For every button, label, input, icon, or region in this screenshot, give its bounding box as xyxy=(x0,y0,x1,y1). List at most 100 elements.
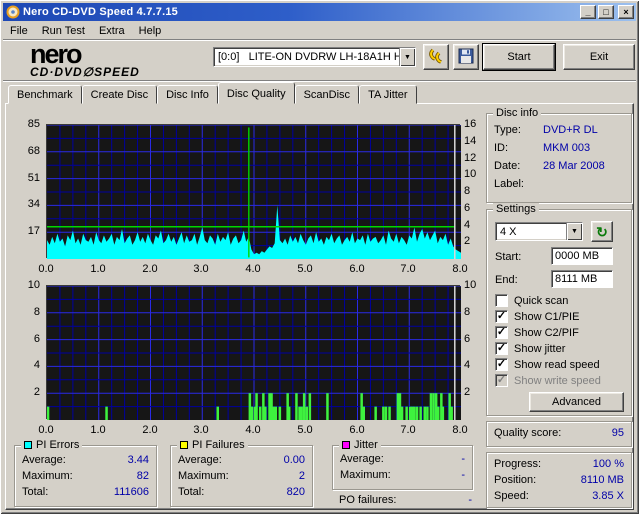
y-axis-tick-label: 6 xyxy=(33,333,40,345)
jitter-legend: Jitter xyxy=(339,439,381,451)
jitter-panel: Jitter Average: - Maximum: - xyxy=(332,439,473,490)
y2-axis-tick-label: 10 xyxy=(464,168,477,180)
position-value: 8110 MB xyxy=(580,474,624,486)
jitter-maximum-value: - xyxy=(461,469,465,481)
x-axis-tick-label: 0.0 xyxy=(38,263,54,275)
disc-date-value: 28 Mar 2008 xyxy=(543,160,605,172)
settings-title: Settings xyxy=(493,203,539,215)
quality-score-panel: Quality score: 95 xyxy=(486,421,632,447)
app-icon xyxy=(6,5,20,19)
jitter-swatch-icon xyxy=(342,441,350,449)
y-axis-tick-label: 2 xyxy=(33,386,40,398)
save-button[interactable] xyxy=(453,44,479,70)
disc-type-value: DVD+R DL xyxy=(543,124,598,136)
pi-errors-total-value: 111606 xyxy=(113,486,149,498)
tab-create-disc[interactable]: Create Disc xyxy=(81,85,158,104)
drive-select-value: [0:0] LITE-ON DVDRW LH-18A1H HL09 xyxy=(218,51,399,63)
menu-run-test[interactable]: Run Test xyxy=(35,23,92,39)
jitter-average-label: Average: xyxy=(340,453,384,465)
menu-bar: File Run Test Extra Help xyxy=(3,22,636,40)
title-bar[interactable]: Nero CD-DVD Speed 4.7.7.15 _ □ × xyxy=(3,3,636,21)
end-field-label: End: xyxy=(495,274,518,286)
po-failures-value: - xyxy=(468,494,472,506)
po-failures-label: PO failures: xyxy=(339,494,397,506)
pi-failures-plot xyxy=(46,285,461,420)
y-axis-tick-label: 10 xyxy=(27,279,40,291)
window-title: Nero CD-DVD Speed 4.7.7.15 xyxy=(23,6,178,18)
show-jitter-checkbox[interactable]: ✓ Show jitter xyxy=(495,342,565,355)
exit-button[interactable]: Exit xyxy=(563,44,635,70)
disc-info-panel: Disc info Type: DVD+R DL ID: MKM 003 Dat… xyxy=(486,107,632,203)
app-window: Nero CD-DVD Speed 4.7.7.15 _ □ × File Ru… xyxy=(0,0,639,514)
start-button[interactable]: Start xyxy=(482,43,556,71)
show-c2-pif-checkbox-box[interactable]: ✓ xyxy=(495,326,508,339)
y2-axis-tick-label: 6 xyxy=(464,333,471,345)
start-field[interactable] xyxy=(551,247,613,265)
tab-ta-jitter[interactable]: TA Jitter xyxy=(359,85,417,104)
speed-select-arrow-icon[interactable]: ▼ xyxy=(566,223,582,240)
y-axis-tick-label: 8 xyxy=(33,306,40,318)
x-axis-tick-label: 4.0 xyxy=(245,424,261,436)
eject-tray-button[interactable] xyxy=(423,44,449,70)
tab-disc-info[interactable]: Disc Info xyxy=(157,85,218,104)
menu-file[interactable]: File xyxy=(3,23,35,39)
show-c1-pie-checkbox[interactable]: ✓ Show C1/PIE xyxy=(495,310,579,323)
nero-logo-text: nero xyxy=(30,39,83,69)
y2-axis-tick-label: 2 xyxy=(464,235,471,247)
speed-select[interactable]: 4 X ▼ xyxy=(495,222,583,241)
y2-axis-tick-label: 8 xyxy=(464,306,471,318)
tab-benchmark[interactable]: Benchmark xyxy=(8,85,82,104)
end-field[interactable] xyxy=(551,270,613,288)
pi-errors-legend: PI Errors xyxy=(21,439,83,451)
x-axis-tick-label: 3.0 xyxy=(193,424,209,436)
nero-logo: nero CD·DVD∅SPEED xyxy=(30,39,140,79)
show-c2-pif-checkbox[interactable]: ✓ Show C2/PIF xyxy=(495,326,579,339)
menu-help[interactable]: Help xyxy=(132,23,169,39)
show-c1-pie-checkbox-box[interactable]: ✓ xyxy=(495,310,508,323)
y2-axis-tick-label: 10 xyxy=(464,279,477,291)
show-read-speed-checkbox[interactable]: ✓ Show read speed xyxy=(495,358,600,371)
x-axis-tick-label: 3.0 xyxy=(193,263,209,275)
disc-info-title: Disc info xyxy=(493,107,542,119)
y2-axis-tick-label: 16 xyxy=(464,118,477,130)
quick-scan-checkbox[interactable]: Quick scan xyxy=(495,294,568,307)
x-axis-tick-label: 8.0 xyxy=(452,263,468,275)
speed-select-value: 4 X xyxy=(500,225,517,238)
progress-label: Progress: xyxy=(494,458,542,470)
quick-scan-checkbox-box[interactable] xyxy=(495,294,508,307)
save-icon xyxy=(458,48,474,67)
speed-value: 3.85 X xyxy=(592,490,624,502)
pi-failures-chart: 10 8 6 4 2 10 8 6 4 2 0.0 1.0 2.0 3.0 4.0 5.0 6.0 7.0 8.0 xyxy=(0,279,482,439)
maximize-button[interactable]: □ xyxy=(598,5,614,19)
advanced-button[interactable]: Advanced xyxy=(529,392,624,412)
close-button[interactable]: × xyxy=(618,5,634,19)
disc-id-label: ID: xyxy=(494,142,509,154)
minimize-button[interactable]: _ xyxy=(580,5,596,19)
toolbar-divider xyxy=(3,80,636,82)
drive-select[interactable]: [0:0] LITE-ON DVDRW LH-18A1H HL09 ▼ xyxy=(213,47,416,67)
x-axis-tick-label: 0.0 xyxy=(38,424,54,436)
drive-select-arrow-icon[interactable]: ▼ xyxy=(399,48,415,66)
tab-disc-quality[interactable]: Disc Quality xyxy=(217,82,295,104)
refresh-button[interactable]: ↻ xyxy=(591,221,613,242)
y-axis-tick-label: 68 xyxy=(27,145,40,157)
pi-errors-maximum-label: Maximum: xyxy=(22,470,73,482)
pi-failures-maximum-label: Maximum: xyxy=(178,470,229,482)
pi-failures-average-label: Average: xyxy=(178,454,222,466)
pi-failures-maximum-value: 2 xyxy=(298,470,305,482)
pi-errors-plot xyxy=(46,124,461,259)
x-axis-tick-label: 7.0 xyxy=(400,424,416,436)
pi-failures-legend: PI Failures xyxy=(177,439,248,451)
x-axis-tick-label: 6.0 xyxy=(349,263,365,275)
po-failures-row: PO failures: - xyxy=(339,494,472,506)
pi-errors-average-label: Average: xyxy=(22,454,66,466)
menu-extra[interactable]: Extra xyxy=(92,23,132,39)
y-axis-tick-label: 4 xyxy=(33,359,40,371)
show-write-speed-checkbox: ✓ Show write speed xyxy=(495,374,601,387)
show-jitter-checkbox-box[interactable]: ✓ xyxy=(495,342,508,355)
disc-date-label: Date: xyxy=(494,160,521,172)
x-axis-tick-label: 2.0 xyxy=(142,424,158,436)
show-read-speed-checkbox-box[interactable]: ✓ xyxy=(495,358,508,371)
pi-errors-chart: 85 68 51 34 17 16 14 12 10 8 6 4 2 0.0 1.0 2.0 3.0 4.0 5.0… xyxy=(0,118,482,278)
tab-scandisc[interactable]: ScanDisc xyxy=(294,85,360,104)
